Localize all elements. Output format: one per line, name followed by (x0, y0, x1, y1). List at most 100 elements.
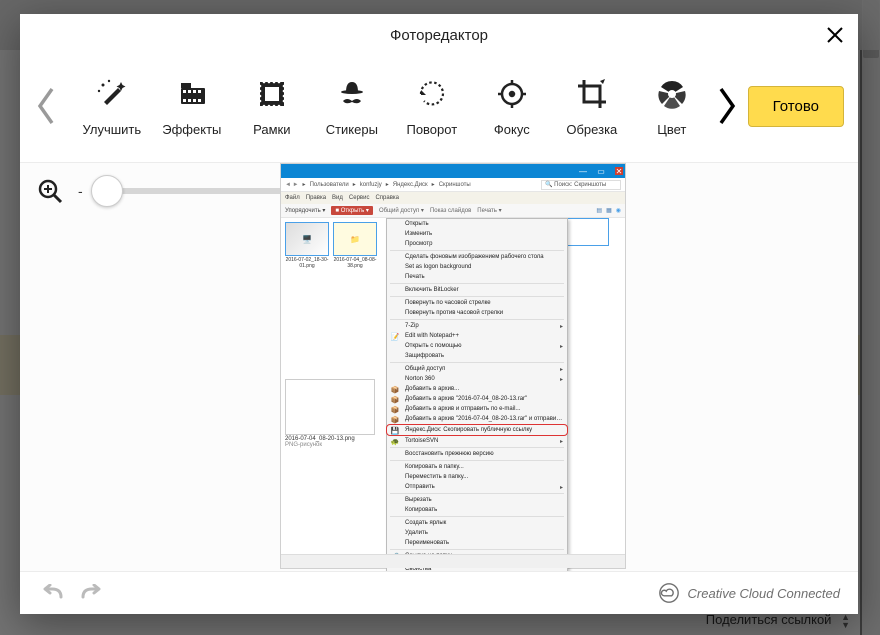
done-button[interactable]: Готово (748, 86, 844, 127)
creative-cloud-icon (658, 582, 680, 604)
film-roll-icon (174, 76, 210, 112)
prev-tools-button[interactable] (34, 71, 59, 141)
next-tools-button[interactable] (715, 71, 740, 141)
tool-color[interactable]: Цвет (641, 76, 703, 137)
context-menu-separator (390, 250, 564, 251)
context-menu-separator (390, 296, 564, 297)
context-menu-item: Повернуть против часовой стрелки (387, 308, 567, 318)
inner-status-bar (281, 554, 625, 568)
context-menu-item-label: Печать (405, 274, 425, 280)
context-menu-item-label: Открыть (405, 221, 429, 227)
tool-enhance[interactable]: Улучшить (81, 76, 143, 137)
redo-icon (81, 584, 103, 602)
tool-label: Фокус (494, 122, 530, 137)
context-menu-item-label: Копировать (405, 507, 437, 513)
context-menu-item-label: Переместить в папку... (405, 474, 468, 480)
tool-focus[interactable]: Фокус (481, 76, 543, 137)
context-menu-item-label: Сделать фоновым изображением рабочего ст… (405, 254, 544, 260)
context-menu-item: Создать ярлык (387, 518, 567, 528)
context-menu-separator (390, 283, 564, 284)
tool-label: Стикеры (326, 122, 378, 137)
context-menu-item-icon: 📦 (390, 395, 400, 404)
inner-share: Общий доступ ▾ (379, 207, 424, 214)
crumb-0: Пользователи (310, 182, 349, 188)
context-menu-item-label: Просмотр (405, 241, 432, 247)
tools-list: Улучшить Эффекты Рамки Стикеры (81, 76, 703, 137)
file-name-1: 2016-07-04_08-08-38.png (333, 257, 377, 269)
context-menu-item-label: Восстановить прежнюю версию (405, 451, 494, 457)
context-menu-item-label: Добавить в архив... (405, 386, 459, 392)
cc-status-label: Creative Cloud Connected (688, 586, 840, 601)
context-menu-item: Копировать в папку... (387, 462, 567, 472)
edited-image[interactable]: — ▭ ✕ ◄ ► ▸ Пользователи▸ konfuzjy▸ Янде… (280, 163, 626, 569)
context-menu-item: 🐢TortoiseSVN (387, 436, 567, 446)
tool-label: Улучшить (82, 122, 141, 137)
undo-icon (41, 584, 63, 602)
tool-label: Поворот (406, 122, 457, 137)
context-menu-item-label: Edit with Notepad++ (405, 333, 459, 339)
zoom-in-button[interactable] (34, 175, 66, 207)
canvas-area: - — ▭ ✕ ◄ ► ▸ Пользователи▸ konfuzjy▸ Ян… (20, 162, 858, 572)
rotate-icon (414, 76, 450, 112)
context-menu-item-label: Добавить в архив "2016-07-04_08-20-13.ra… (405, 396, 527, 402)
inner-file-pane: 🖥️ 2016-07-02_18-30-01.png 📁 2016-07-04_… (281, 218, 381, 554)
modal-footer: Creative Cloud Connected (20, 572, 858, 614)
context-menu-item: Удалить (387, 528, 567, 538)
modal-close-button[interactable] (826, 26, 844, 49)
chevron-left-icon (35, 86, 57, 126)
tool-effects[interactable]: Эффекты (161, 76, 223, 137)
context-menu-item: Изменить (387, 229, 567, 239)
context-menu-item-label: Защифровать (405, 353, 444, 359)
tool-label: Цвет (657, 122, 686, 137)
inner-menubar: Файл Правка Вид Сервис Справка (281, 192, 625, 204)
photo-editor-modal: Фоторедактор Улучшить Эффекты (20, 14, 858, 614)
tool-rotate[interactable]: Поворот (401, 76, 463, 137)
context-menu-item: Вырезать (387, 495, 567, 505)
context-menu-item-label: Изменить (405, 231, 432, 237)
modal-header: Фоторедактор (20, 14, 858, 56)
context-menu-item: 💾Яндекс.Диск: Скопировать публичную ссыл… (386, 424, 568, 436)
aperture-icon (654, 76, 690, 112)
tool-crop[interactable]: Обрезка (561, 76, 623, 137)
maximize-icon: ▭ (597, 167, 605, 175)
crumb-3: Скриншоты (439, 182, 471, 188)
inner-search: 🔍 Поиск: Скриншоты (541, 180, 621, 190)
zoom-slider[interactable] (95, 188, 285, 194)
stamp-frame-icon (254, 76, 290, 112)
context-menu-item: Повернуть по часовой стрелке (387, 298, 567, 308)
context-menu-item: Печать (387, 272, 567, 282)
context-menu-item: Переместить в папку... (387, 472, 567, 482)
context-menu-item-label: Переименовать (405, 540, 449, 546)
crop-icon (574, 76, 610, 112)
tool-frames[interactable]: Рамки (241, 76, 303, 137)
context-menu-item: Set as logon background (387, 262, 567, 272)
context-menu-item: Открыть (387, 219, 567, 229)
undo-button[interactable] (38, 579, 66, 607)
context-menu-item: 📝 Edit with Notepad++ (387, 331, 567, 341)
editor-toolbar: Улучшить Эффекты Рамки Стикеры (20, 56, 858, 162)
context-menu-item: Копировать (387, 505, 567, 515)
hat-mustache-icon (334, 76, 370, 112)
crumb-2: Яндекс.Диск (393, 182, 428, 188)
context-menu-separator (390, 493, 564, 494)
context-menu-item-label: Вырезать (405, 497, 432, 503)
context-menu-item-icon: 📦 (390, 405, 400, 414)
menu-view: Вид (332, 195, 343, 201)
context-menu-item-icon: 📝 (390, 332, 400, 341)
context-menu-item-icon: 💾 (390, 426, 400, 436)
zoom-controls: - (34, 175, 285, 207)
context-menu-item-label: Создать ярлык (405, 520, 446, 526)
context-menu-item: 📦 Добавить в архив "2016-07-04_08-20-13.r… (387, 394, 567, 404)
menu-help: Справка (375, 195, 399, 201)
chevron-right-icon (716, 86, 738, 126)
context-menu-separator (390, 447, 564, 448)
tool-stickers[interactable]: Стикеры (321, 76, 383, 137)
inner-print: Печать ▾ (477, 207, 501, 214)
zoom-slider-thumb[interactable] (91, 175, 123, 207)
redo-button[interactable] (78, 579, 106, 607)
zoom-min-label: - (78, 183, 83, 199)
inner-search-placeholder: Поиск: Скриншоты (554, 182, 606, 188)
menu-edit: Правка (306, 195, 326, 201)
inner-address-bar: ◄ ► ▸ Пользователи▸ konfuzjy▸ Яндекс.Дис… (281, 178, 625, 192)
magic-wand-icon (94, 76, 130, 112)
